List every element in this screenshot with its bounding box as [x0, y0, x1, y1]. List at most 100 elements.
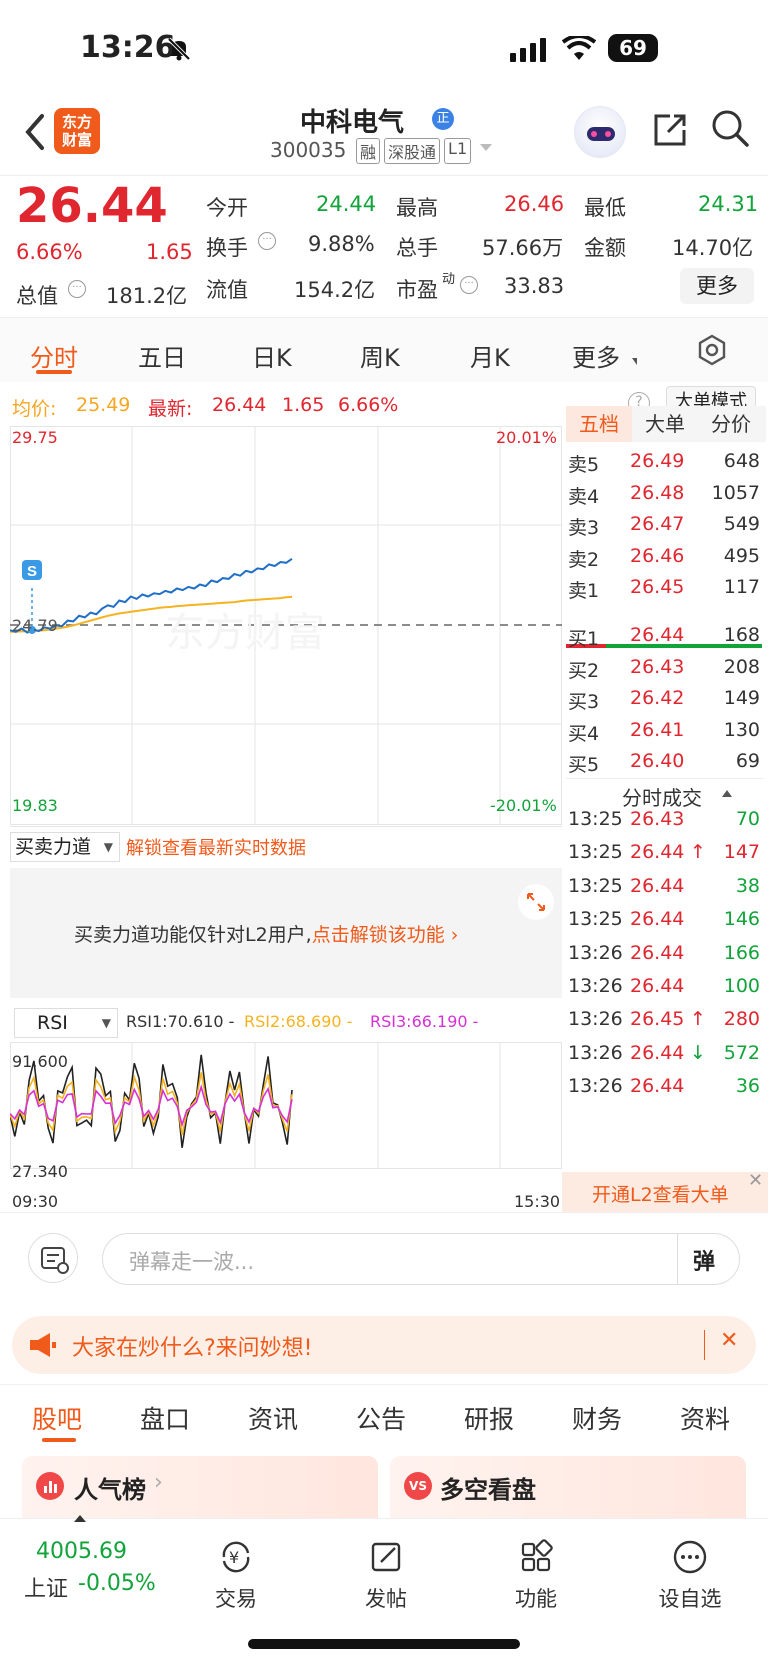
deal-price: 26.44 [630, 908, 685, 931]
rsi1-value: RSI1:70.610 - [126, 1012, 235, 1031]
nav-trade[interactable]: ¥ 交易 [186, 1537, 286, 1613]
nav-watchlist[interactable]: 设自选 [640, 1537, 740, 1613]
ask-row[interactable]: 卖3 26.47 549 [568, 509, 764, 541]
chevron-right-icon: › [154, 1470, 163, 1495]
nav-post[interactable]: 发帖 [336, 1537, 436, 1613]
float-label: 流值 [206, 278, 248, 302]
share-icon[interactable] [650, 110, 690, 154]
index-name[interactable]: 上证 [24, 1571, 68, 1603]
rsi-chart[interactable] [10, 1042, 562, 1170]
back-icon[interactable] [20, 110, 50, 154]
ask-price: 26.45 [630, 576, 685, 598]
bid-row[interactable]: 买2 26.43 208 [568, 652, 764, 684]
tab-five-day[interactable]: 五日 [138, 338, 186, 373]
close-icon[interactable]: ✕ [720, 1328, 738, 1353]
force-select[interactable]: 买卖力道 ▼ [10, 832, 120, 862]
ask-row[interactable]: 卖4 26.48 1057 [568, 478, 764, 510]
rsi2-value: RSI2:68.690 - [244, 1012, 353, 1031]
bid-row[interactable]: 买4 26.41 130 [568, 715, 764, 747]
amount-label: 金额 [584, 236, 626, 260]
force-locked-message: 买卖力道功能仅针对L2用户,点击解锁该功能 › [74, 924, 459, 946]
tab-big-order[interactable]: 大单 [632, 406, 698, 442]
subtab-finance[interactable]: 财务 [572, 1400, 622, 1436]
ask-row[interactable]: 卖1 26.45 117 [568, 572, 764, 604]
bid-row[interactable]: 买3 26.42 149 [568, 683, 764, 715]
x-end-label: 15:30 [514, 1192, 561, 1211]
subtab-profile[interactable]: 资料 [680, 1400, 730, 1436]
nav-watchlist-label: 设自选 [658, 1587, 722, 1611]
nav-functions[interactable]: 功能 [486, 1537, 586, 1613]
bid-row[interactable]: 买1 26.44 168 [568, 620, 764, 652]
danmaku-toggle-button[interactable]: 弹 [693, 1244, 715, 1276]
danmaku-input[interactable]: 弹幕走一波... 弹 [102, 1233, 740, 1285]
card-popularity[interactable]: 人气榜 › [22, 1456, 378, 1518]
pe-sup: 动 [442, 272, 456, 287]
ask-volume: 549 [723, 513, 760, 535]
subtab-news[interactable]: 资讯 [248, 1400, 298, 1436]
bid-row[interactable]: 买5 26.40 69 [568, 746, 764, 778]
deal-volume: 280 [723, 1008, 760, 1031]
danmaku-settings-icon[interactable] [28, 1233, 78, 1283]
tab-daily-k[interactable]: 日K [252, 338, 292, 373]
deal-time: 13:26 [568, 941, 623, 964]
index-value[interactable]: 4005.69 [36, 1539, 127, 1564]
float-value: 154.2亿 [294, 278, 376, 302]
subtab-handicap[interactable]: 盘口 [140, 1400, 190, 1436]
tab-price-split[interactable]: 分价 [698, 406, 764, 442]
force-unlock-cta[interactable]: 点击解锁该功能 [312, 924, 445, 946]
tab-five-level[interactable]: 五档 [566, 406, 632, 442]
orderbook-tabs: 五档 大单 分价 [566, 406, 766, 442]
stock-tags: 融 深股通 L1 [356, 138, 472, 164]
timeshare-chart[interactable]: 东方财富 S [10, 426, 562, 826]
info-icon[interactable]: ··· [460, 276, 478, 294]
subtab-notices[interactable]: 公告 [356, 1400, 406, 1436]
chart-tabs: 分时 五日 日K 周K 月K 更多 [0, 318, 768, 382]
subtab-research[interactable]: 研报 [464, 1400, 514, 1436]
logo-line2: 财富 [61, 131, 92, 149]
info-icon[interactable]: ··· [258, 232, 276, 250]
mute-bell-icon [166, 36, 192, 62]
ask-price: 26.47 [630, 513, 685, 535]
deal-arrow: ↓ [690, 1041, 706, 1064]
caret-up-icon[interactable] [74, 1515, 86, 1522]
deal-time: 13:25 [568, 874, 623, 897]
rsi-select[interactable]: RSI ▼ [14, 1008, 118, 1038]
tab-timeshare[interactable]: 分时 [30, 338, 78, 373]
settings-icon[interactable] [696, 334, 728, 370]
bottom-nav: 4005.69 上证 -0.05% ¥ 交易 发帖 功能 设自选 [0, 1515, 768, 1665]
caret-down-icon[interactable] [480, 144, 492, 151]
tag-margin: 融 [356, 138, 381, 164]
nav-post-label: 发帖 [365, 1587, 407, 1611]
force-locked-panel: 买卖力道功能仅针对L2用户,点击解锁该功能 › [10, 868, 562, 998]
card-bull-bear[interactable]: VS 多空看盘 [390, 1456, 746, 1518]
svg-text:S: S [27, 563, 37, 580]
bid-price: 26.42 [630, 687, 685, 709]
caret-up-icon[interactable] [722, 790, 732, 797]
index-change[interactable]: -0.05% [78, 1571, 156, 1596]
more-button[interactable]: 更多 [680, 268, 754, 304]
force-unlock-link[interactable]: 解锁查看最新实时数据 [126, 834, 306, 860]
l2-banner[interactable]: 开通L2查看大单 ✕ [562, 1170, 768, 1212]
search-icon[interactable] [710, 108, 750, 152]
quote-panel: 26.44 6.66% 1.65 总值 ··· 181.2亿 今开 24.44 … [0, 176, 768, 318]
tab-more[interactable]: 更多 [572, 338, 620, 373]
status-time: 13:26 [80, 30, 176, 65]
subtab-forum[interactable]: 股吧 [32, 1400, 82, 1436]
deal-time: 13:26 [568, 1008, 623, 1031]
nav-trade-label: 交易 [215, 1587, 257, 1611]
tab-weekly-k[interactable]: 周K [360, 338, 400, 373]
volume-value: 57.66万 [482, 236, 564, 260]
close-icon[interactable]: ✕ [748, 1170, 763, 1191]
info-icon[interactable]: ··· [68, 280, 86, 298]
ask-row[interactable]: 卖5 26.49 648 [568, 446, 764, 478]
bid-label: 买1 [568, 628, 600, 650]
robot-avatar-icon[interactable] [574, 106, 626, 158]
bid-label: 买5 [568, 754, 600, 776]
tab-indicator [36, 370, 72, 374]
ai-banner[interactable]: 大家在炒什么?来问妙想! ✕ [12, 1316, 756, 1374]
expand-icon[interactable] [518, 884, 554, 920]
tab-monthly-k[interactable]: 月K [470, 338, 510, 373]
deal-volume: 100 [723, 975, 760, 997]
pct-max-label: 20.01% [496, 428, 558, 447]
ask-row[interactable]: 卖2 26.46 495 [568, 541, 764, 573]
